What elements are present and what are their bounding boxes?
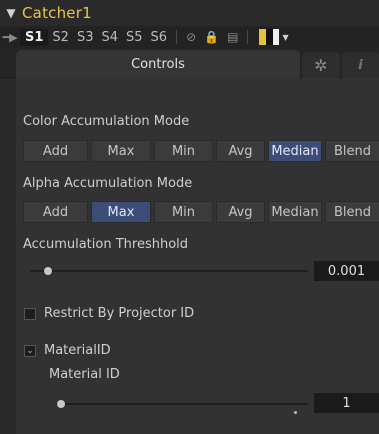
swatch-dropdown-icon[interactable]: ▼ — [282, 33, 288, 42]
color-accum-buttons: Add Max Min Avg Median Blend — [23, 140, 379, 162]
color-accum-median-button[interactable]: Median — [268, 140, 322, 162]
version-tab-s1[interactable]: S1 — [20, 28, 49, 46]
disable-icon[interactable]: ⊘ — [186, 30, 196, 44]
tab-info[interactable]: i — [342, 52, 379, 78]
inspector-tabs: Controls ✲ i — [0, 48, 379, 78]
version-tab-s6[interactable]: S6 — [147, 30, 172, 45]
restrict-projector-checkbox[interactable] — [24, 308, 36, 320]
color-accum-min-button[interactable]: Min — [154, 140, 213, 162]
threshold-value-field[interactable]: 0.001 — [314, 261, 379, 281]
swatch-yellow — [259, 29, 267, 45]
version-tab-s3[interactable]: S3 — [73, 30, 98, 45]
color-accum-add-button[interactable]: Add — [23, 140, 88, 162]
version-tab-s5[interactable]: S5 — [122, 30, 147, 45]
version-bar: ━▶ S1 S2 S3 S4 S5 S6 ⊘ 🔒 ▤ ▼ — [0, 26, 379, 48]
alpha-accum-blend-button[interactable]: Blend — [325, 201, 379, 223]
swatch-black — [266, 29, 274, 45]
material-id-field-label: Material ID — [49, 367, 120, 382]
color-swatch[interactable] — [259, 29, 280, 45]
divider — [176, 30, 178, 44]
color-accum-max-button[interactable]: Max — [91, 140, 151, 162]
alpha-accum-buttons: Add Max Min Avg Median Blend — [23, 201, 379, 223]
gear-icon: ✲ — [314, 55, 328, 75]
default-marker — [294, 411, 297, 414]
save-icon[interactable]: ▤ — [227, 30, 238, 44]
swatch-white — [273, 29, 280, 45]
threshold-slider-track[interactable] — [30, 270, 308, 272]
alpha-accum-add-button[interactable]: Add — [23, 201, 88, 223]
tool-header: ▼ Catcher1 — [0, 0, 379, 26]
tab-settings[interactable]: ✲ — [302, 52, 340, 78]
restrict-projector-label: Restrict By Projector ID — [44, 306, 195, 321]
info-icon: i — [358, 57, 363, 73]
divider — [247, 30, 249, 44]
alpha-accum-avg-button[interactable]: Avg — [216, 201, 265, 223]
material-id-slider-track[interactable] — [56, 403, 308, 405]
tool-title[interactable]: Catcher1 — [22, 4, 92, 22]
alpha-accum-label: Alpha Accumulation Mode — [23, 176, 193, 191]
color-accum-blend-button[interactable]: Blend — [325, 140, 379, 162]
material-id-value-field[interactable]: 1 — [314, 393, 379, 413]
version-tab-s2[interactable]: S2 — [48, 30, 73, 45]
lock-icon[interactable]: 🔒 — [204, 30, 219, 44]
color-accum-avg-button[interactable]: Avg — [216, 140, 265, 162]
chevron-down-icon[interactable]: ▼ — [0, 6, 22, 20]
tab-controls-label: Controls — [131, 56, 185, 72]
alpha-accum-max-button[interactable]: Max — [91, 201, 151, 223]
material-id-checkbox[interactable]: ⌄ — [24, 345, 36, 357]
alpha-accum-median-button[interactable]: Median — [268, 201, 322, 223]
tab-controls[interactable]: Controls — [16, 50, 300, 78]
threshold-slider-handle[interactable] — [44, 267, 52, 275]
color-accum-label: Color Accumulation Mode — [23, 114, 190, 129]
check-icon: ⌄ — [26, 345, 34, 356]
material-id-slider-handle[interactable] — [57, 400, 65, 408]
controls-panel: Color Accumulation Mode Add Max Min Avg … — [16, 78, 379, 434]
pin-icon[interactable]: ━▶ — [0, 31, 20, 44]
alpha-accum-min-button[interactable]: Min — [154, 201, 213, 223]
version-tab-s4[interactable]: S4 — [97, 30, 122, 45]
threshold-label: Accumulation Threshhold — [23, 237, 189, 252]
material-id-checkbox-label: MaterialID — [44, 343, 111, 358]
